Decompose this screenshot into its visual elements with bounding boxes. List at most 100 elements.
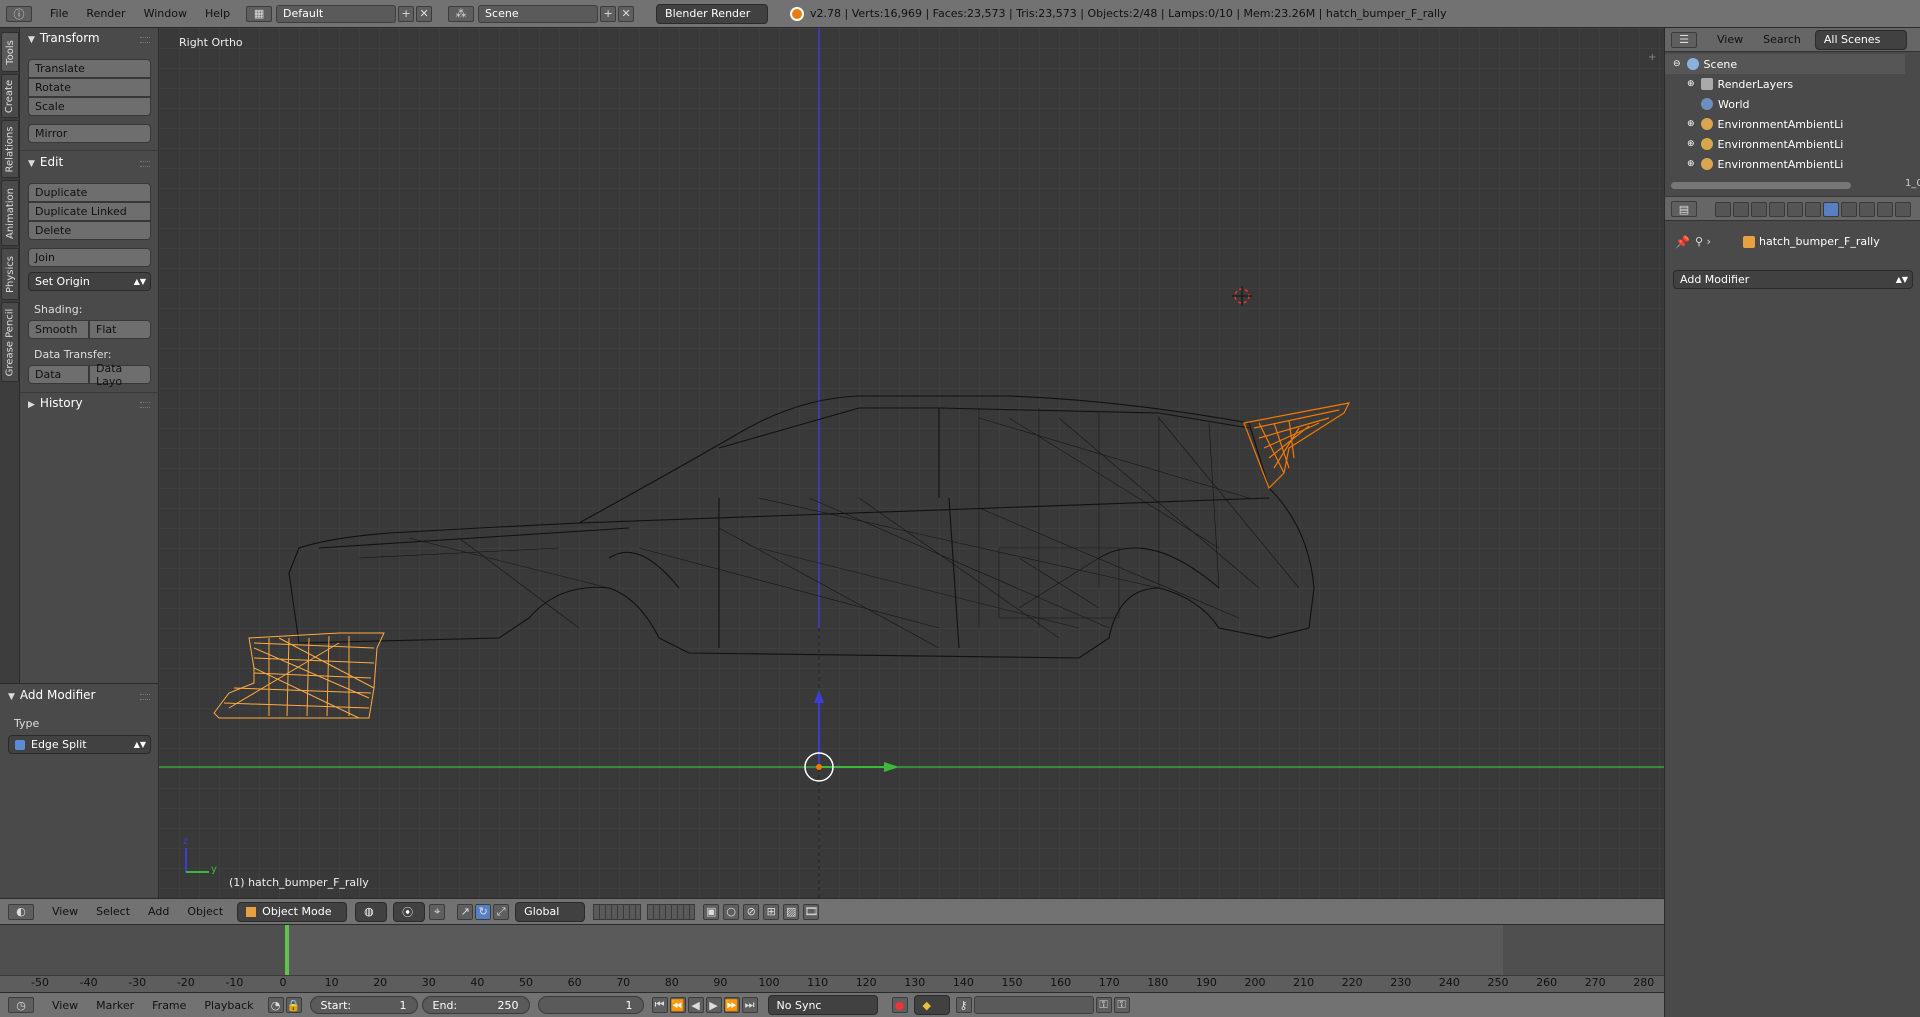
outliner-item-lamp[interactable]: ⊕ EnvironmentAmbientLi — [1665, 134, 1905, 154]
mirror-button[interactable]: Mirror — [28, 124, 151, 143]
duplicate-linked-button[interactable]: Duplicate Linked — [28, 202, 151, 221]
jump-keyframe-back-icon[interactable]: ⏪ — [669, 997, 686, 1013]
outliner-search-menu[interactable]: Search — [1757, 30, 1807, 50]
region-toggle-icon[interactable]: + — [1648, 52, 1658, 63]
menu-window[interactable]: Window — [138, 4, 193, 24]
outliner-filter-dropdown[interactable]: All Scenes — [1814, 29, 1907, 50]
material-tab-icon[interactable] — [1859, 202, 1875, 217]
scale-button[interactable]: Scale — [28, 97, 151, 116]
menu-help[interactable]: Help — [199, 4, 236, 24]
renderlayers-tab-icon[interactable] — [1733, 202, 1749, 217]
menu-render[interactable]: Render — [80, 4, 131, 24]
tab-animation[interactable]: Animation — [1, 180, 19, 246]
select-menu[interactable]: Select — [90, 902, 136, 922]
timeline-view-menu[interactable]: View — [46, 995, 84, 1015]
view-menu[interactable]: View — [46, 902, 84, 922]
panel-grip-icon[interactable] — [140, 161, 150, 167]
outliner-item-lamp[interactable]: ⊕ EnvironmentAmbientLi — [1665, 154, 1905, 174]
playback-menu[interactable]: Playback — [198, 995, 259, 1015]
menu-file[interactable]: File — [44, 4, 74, 24]
transform-panel-header[interactable]: ▼ Transform — [28, 31, 100, 45]
join-button[interactable]: Join — [28, 248, 151, 267]
outliner-item-lamp[interactable]: ⊕ EnvironmentAmbientLi — [1665, 114, 1905, 134]
scale-manipulator-icon[interactable]: ⤢ — [493, 903, 510, 920]
remove-layout-icon[interactable]: ✕ — [416, 5, 433, 22]
jump-end-icon[interactable]: ⏭ — [741, 997, 758, 1013]
properties-editor-type-icon[interactable]: ▤ — [1671, 201, 1697, 217]
keying-set-icon[interactable]: ⚷ — [955, 997, 972, 1013]
data-layout-button[interactable]: Data Layo — [89, 362, 151, 388]
object-tab-icon[interactable] — [1787, 202, 1803, 217]
panel-grip-icon[interactable] — [140, 37, 150, 43]
modifiers-tab-icon[interactable] — [1823, 202, 1839, 217]
tab-create[interactable]: Create — [1, 74, 19, 118]
record-icon[interactable]: ● — [891, 997, 908, 1013]
panel-grip-icon[interactable] — [140, 694, 150, 700]
set-origin-dropdown[interactable]: Set Origin ▲▼ — [28, 272, 151, 291]
insert-keyframe-icon[interactable]: ⚿ — [1095, 997, 1112, 1013]
tab-physics[interactable]: Physics — [1, 248, 19, 300]
outliner-hscrollbar[interactable] — [1671, 182, 1851, 189]
screen-layout-field[interactable]: Default — [276, 4, 397, 23]
manipulator-toggle-icon[interactable]: ⌖ — [429, 903, 446, 920]
translate-manipulator-icon[interactable]: ↗ — [457, 903, 474, 920]
lock-camera-icon[interactable]: ▣ — [703, 903, 720, 920]
scene-tab-icon[interactable] — [1751, 202, 1767, 217]
object-menu[interactable]: Object — [181, 902, 229, 922]
modifier-type-dropdown[interactable]: Edge Split ▲▼ — [8, 735, 151, 754]
screen-layout-icon[interactable]: ▦ — [246, 5, 273, 22]
opengl-render-icon[interactable]: ▨ — [783, 903, 800, 920]
keying-set-field[interactable] — [973, 996, 1094, 1014]
outliner-editor-type-icon[interactable]: ☰ — [1671, 31, 1697, 48]
history-panel-header[interactable]: ▶ History — [28, 396, 83, 410]
constraints-tab-icon[interactable] — [1805, 202, 1821, 217]
preview-range-icon[interactable]: ◔ — [267, 997, 284, 1013]
remove-scene-icon[interactable]: ✕ — [618, 5, 635, 22]
frame-menu[interactable]: Frame — [146, 995, 192, 1015]
add-layout-icon[interactable]: + — [398, 5, 415, 22]
smooth-button[interactable]: Smooth — [28, 320, 89, 339]
marker-menu[interactable]: Marker — [90, 995, 140, 1015]
scene-field[interactable]: Scene — [478, 4, 599, 23]
data-tab-icon[interactable] — [1841, 202, 1857, 217]
add-scene-icon[interactable]: + — [600, 5, 617, 22]
snap-toggle-icon[interactable]: ⊘ — [743, 903, 760, 920]
outliner-view-menu[interactable]: View — [1711, 30, 1749, 50]
timeline-editor-type-icon[interactable]: ◷ — [8, 997, 34, 1013]
rotate-button[interactable]: Rotate — [28, 78, 151, 97]
interaction-mode-dropdown[interactable]: Object Mode — [237, 901, 348, 922]
add-modifier-dropdown[interactable]: Add Modifier ▲▼ — [1673, 270, 1913, 289]
world-tab-icon[interactable] — [1769, 202, 1785, 217]
jump-start-icon[interactable]: ⏮ — [651, 997, 668, 1013]
rotate-manipulator-icon[interactable]: ↻ — [475, 903, 492, 920]
layers-row-1[interactable] — [593, 903, 642, 920]
duplicate-button[interactable]: Duplicate — [28, 183, 151, 202]
delete-keyframe-icon[interactable]: ⚿ — [1113, 997, 1130, 1013]
render-animation-icon[interactable]: 🎞 — [803, 903, 820, 920]
pivot-point-dropdown[interactable]: ⦿ — [393, 901, 426, 922]
end-frame-field[interactable]: End: 250 — [421, 996, 530, 1014]
tab-grease-pencil[interactable]: Grease Pencil — [1, 302, 19, 382]
sync-mode-dropdown[interactable]: No Sync — [767, 995, 878, 1015]
start-frame-field[interactable]: Start: 1 — [309, 996, 418, 1014]
proportional-edit-icon[interactable]: ○ — [723, 903, 740, 920]
tab-relations[interactable]: Relations — [1, 120, 19, 178]
timeline[interactable]: -50 -40 -30 -20 -10 0 10 20 30 40 50 60 70 80 90 100 110… — [0, 924, 1664, 992]
scene-icon[interactable]: ⁂ — [448, 5, 475, 22]
play-reverse-icon[interactable]: ◀ — [687, 997, 704, 1013]
play-icon[interactable]: ▶ — [705, 997, 722, 1013]
render-tab-icon[interactable] — [1715, 202, 1731, 217]
transform-orientation-dropdown[interactable]: Global — [515, 901, 586, 922]
current-frame-field[interactable]: 1 — [537, 996, 644, 1014]
keying-dropdown[interactable]: ◆ — [913, 995, 950, 1015]
viewport-scene[interactable] — [159, 28, 1664, 898]
lock-range-icon[interactable]: 🔒 — [285, 997, 302, 1013]
3d-view-editor-type-icon[interactable]: ◐ — [8, 903, 34, 920]
info-editor-type-icon[interactable]: ⓘ — [6, 5, 32, 22]
operator-panel-header[interactable]: ▼ Add Modifier — [8, 688, 96, 702]
particles-tab-icon[interactable] — [1895, 202, 1911, 217]
layers-row-2[interactable] — [647, 903, 696, 920]
outliner-item-scene[interactable]: ⊖ Scene — [1665, 54, 1905, 74]
flat-button[interactable]: Flat — [89, 320, 151, 339]
panel-grip-icon[interactable] — [140, 402, 150, 408]
